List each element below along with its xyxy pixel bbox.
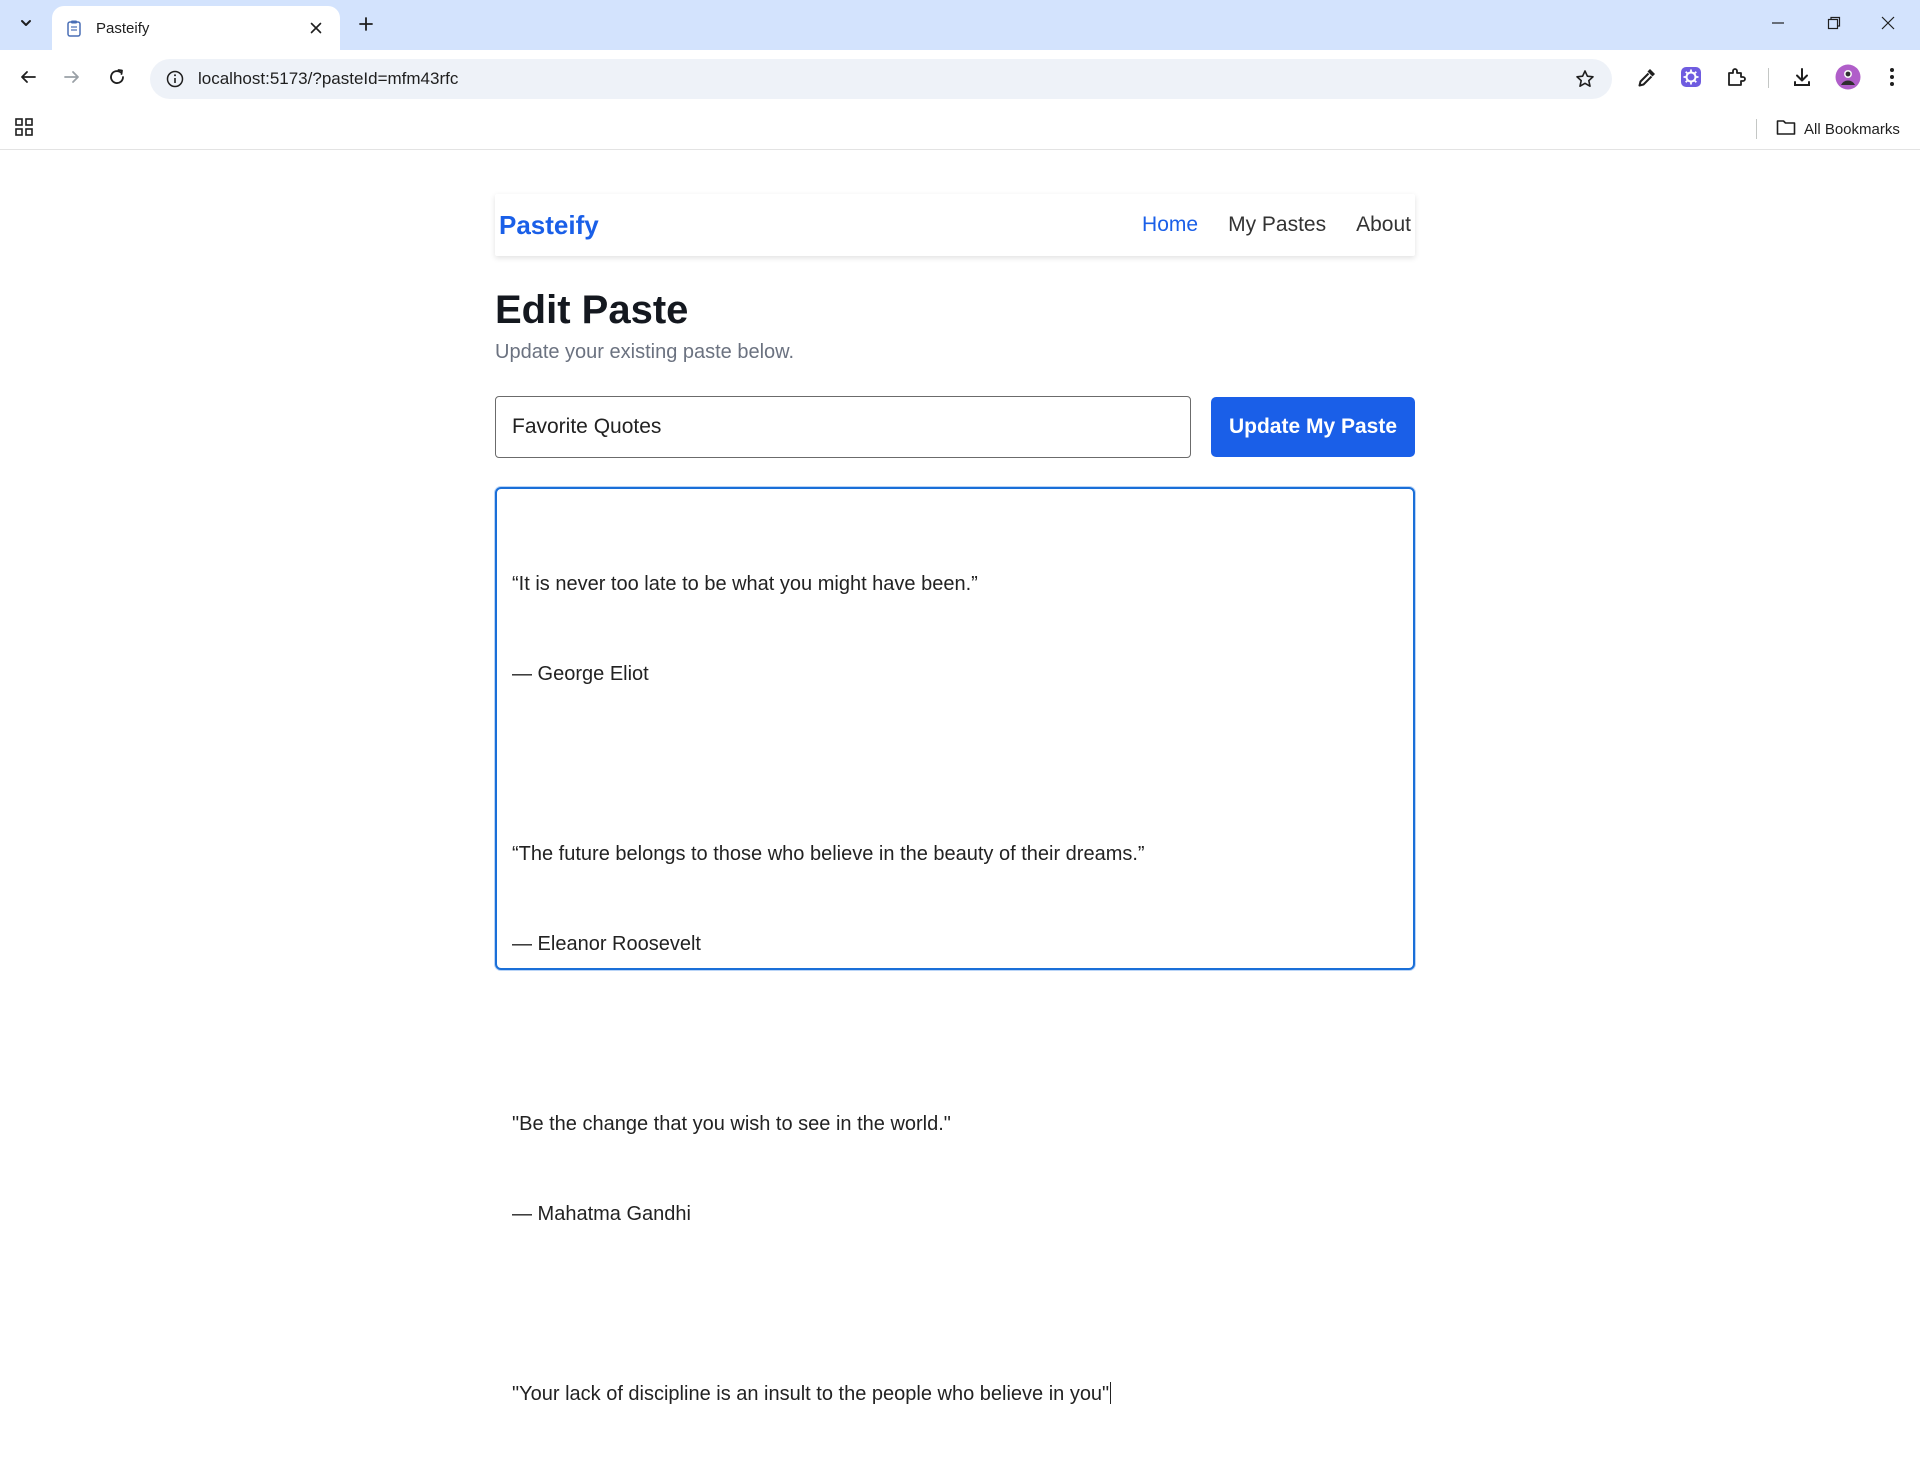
clipboard-icon <box>64 18 84 38</box>
toolbar-divider <box>1768 68 1769 88</box>
download-icon <box>1791 66 1813 93</box>
gear-icon <box>1680 66 1702 93</box>
apps-button[interactable] <box>12 117 36 141</box>
content-line <box>512 1019 1398 1049</box>
new-tab-button[interactable] <box>352 12 380 40</box>
close-window-button[interactable] <box>1870 10 1906 40</box>
text-caret <box>1110 1382 1112 1404</box>
browser-tab-active[interactable]: Pasteify <box>52 6 340 50</box>
reload-icon <box>108 68 126 91</box>
content-line <box>512 1289 1398 1319</box>
star-icon[interactable] <box>1568 62 1602 96</box>
folder-icon <box>1776 118 1796 141</box>
content-line: “It is never too late to be what you mig… <box>512 573 978 595</box>
bookmarks-bar: All Bookmarks <box>0 108 1920 150</box>
nav-links: Home My Pastes About <box>1142 213 1411 237</box>
extensions-button[interactable] <box>1720 63 1752 95</box>
avatar <box>1835 64 1861 95</box>
browser-menu-button[interactable] <box>1876 63 1908 95</box>
page-subtitle: Update your existing paste below. <box>495 341 795 363</box>
paste-content-textarea[interactable]: “It is never too late to be what you mig… <box>495 487 1415 1405</box>
all-bookmarks-button[interactable]: All Bookmarks <box>1776 117 1900 141</box>
back-button[interactable] <box>12 63 44 95</box>
content-line-text: "Your lack of discipline is an insult to… <box>512 1383 1110 1405</box>
forward-button[interactable] <box>56 63 88 95</box>
downloads-button[interactable] <box>1786 63 1818 95</box>
puzzle-icon <box>1725 66 1747 93</box>
browser-tab-bar: Pasteify <box>0 0 1920 50</box>
eyedropper-icon <box>1636 66 1658 93</box>
tab-title: Pasteify <box>96 19 150 37</box>
content-line <box>512 749 1398 779</box>
chevron-down-icon <box>19 16 33 35</box>
url-text[interactable]: localhost:5173/?pasteId=mfm43rfc <box>198 69 1568 89</box>
close-icon[interactable] <box>304 16 328 40</box>
content-line: — Eleanor Roosevelt <box>512 933 701 955</box>
more-vertical-icon <box>1889 67 1895 92</box>
grid-icon <box>14 117 34 142</box>
update-paste-button[interactable]: Update My Paste <box>1211 397 1415 457</box>
paste-title-input[interactable] <box>495 396 1191 458</box>
main-container: Pasteify Home My Pastes About Edit Paste… <box>495 151 1415 1405</box>
restore-button[interactable] <box>1816 10 1852 40</box>
nav-link-home[interactable]: Home <box>1142 213 1198 237</box>
page-content: Pasteify Home My Pastes About Edit Paste… <box>0 151 1920 1405</box>
content-line: — George Eliot <box>512 663 649 685</box>
content-line: "Be the change that you wish to see in t… <box>512 1113 951 1135</box>
gear-extension-button[interactable] <box>1675 63 1707 95</box>
all-bookmarks-label: All Bookmarks <box>1804 120 1900 138</box>
close-icon <box>1881 16 1895 35</box>
address-bar[interactable]: localhost:5173/?pasteId=mfm43rfc <box>150 59 1612 99</box>
page-title: Edit Paste <box>495 288 689 332</box>
site-info-icon[interactable] <box>164 68 186 90</box>
tab-search-button[interactable] <box>10 12 42 38</box>
minimize-icon <box>1771 16 1785 35</box>
profile-button[interactable] <box>1832 63 1864 95</box>
nav-link-about[interactable]: About <box>1356 213 1411 237</box>
content-line: “The future belongs to those who believe… <box>512 843 1145 865</box>
arrow-right-icon <box>63 68 81 91</box>
content-line: — Mahatma Gandhi <box>512 1203 691 1225</box>
reload-button[interactable] <box>101 63 133 95</box>
minimize-button[interactable] <box>1760 10 1796 40</box>
browser-toolbar: localhost:5173/?pasteId=mfm43rfc <box>0 50 1920 108</box>
brand-logo[interactable]: Pasteify <box>499 210 1142 241</box>
restore-icon <box>1827 16 1841 35</box>
eyedropper-extension-button[interactable] <box>1631 63 1663 95</box>
app-navbar: Pasteify Home My Pastes About <box>495 194 1415 256</box>
bookmarks-divider <box>1756 119 1757 139</box>
arrow-left-icon <box>19 68 37 91</box>
content-line-last: "Your lack of discipline is an insult to… <box>512 1379 1398 1409</box>
nav-link-my-pastes[interactable]: My Pastes <box>1228 213 1326 237</box>
plus-icon <box>358 16 374 37</box>
